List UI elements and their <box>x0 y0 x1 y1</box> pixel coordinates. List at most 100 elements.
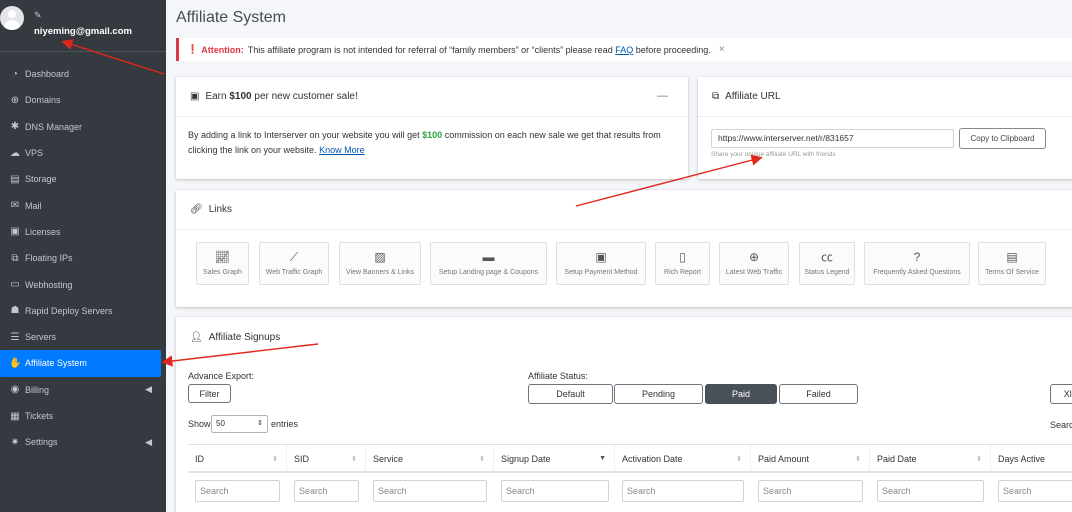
search-activation-date-input[interactable]: Search <box>622 480 744 502</box>
search-signup-date-input[interactable]: Search <box>501 480 609 502</box>
closed-captioning-icon: ㏄ <box>820 250 833 264</box>
globe-icon: ⊕ <box>10 94 20 106</box>
sidebar-item-rapid-deploy-servers[interactable]: ☗ Rapid Deploy Servers <box>0 298 166 324</box>
earn-body-amount: $100 <box>422 130 443 140</box>
search-paid-amount-input[interactable]: Search <box>758 480 863 502</box>
earn-card-header: ▣ Earn $100 per new customer sale! <box>176 77 688 117</box>
tile-latest-web-traffic[interactable]: ⊕ Latest Web Traffic <box>719 242 789 285</box>
attention-alert: ❗ Attention: This affiliate program is n… <box>176 38 1072 61</box>
col-paid-date[interactable]: Paid Date ⬍ <box>870 445 991 472</box>
sidebar-item-mail[interactable]: ✉ Mail <box>0 192 166 218</box>
links-header: 🔗︎ Links <box>176 190 1072 230</box>
sidebar-item-servers[interactable]: ☰ Servers <box>0 324 166 350</box>
sort-icon: ⬍ <box>855 455 861 463</box>
status-default-button[interactable]: Default <box>528 384 613 404</box>
filter-button[interactable]: Filter <box>188 384 231 403</box>
earn-body-pre: By adding a link to Interserver on your … <box>188 130 420 140</box>
affiliate-url-input[interactable]: https://www.interserver.net/r/831657 <box>711 129 954 148</box>
close-icon[interactable]: × <box>719 44 725 55</box>
tile-label: View Banners & Links <box>346 269 414 276</box>
search-sid-input[interactable]: Search <box>294 480 359 502</box>
col-signup-date[interactable]: Signup Date ▼ <box>494 445 615 472</box>
tile-terms-of-service[interactable]: ▤ Terms Of Service <box>978 242 1046 285</box>
sidebar-item-webhosting[interactable]: ▭ Webhosting <box>0 271 166 297</box>
exclamation-icon: ❗ <box>187 44 199 54</box>
sidebar-item-settings[interactable]: ✷ Settings ◀ <box>0 429 166 455</box>
xls-export-button[interactable]: Xls <box>1050 384 1072 404</box>
entries-value: 50 <box>216 419 225 428</box>
sidebar-item-dns-manager[interactable]: ✱ DNS Manager <box>0 114 166 140</box>
user-email[interactable]: niyeming@gmail.com <box>34 26 132 37</box>
sidebar-item-tickets[interactable]: ▦ Tickets <box>0 403 166 429</box>
page-title: Affiliate System <box>176 9 286 26</box>
chevron-updown-icon: ⇕ <box>257 420 263 427</box>
col-activation-date[interactable]: Activation Date ⬍ <box>615 445 751 472</box>
table-header: ID ⬍ SID ⬍ Service ⬍ Signup Date ▼ Activatio… <box>188 444 1072 473</box>
user-panel: ✎ niyeming@gmail.com <box>0 0 166 52</box>
col-service[interactable]: Service ⬍ <box>366 445 494 472</box>
tile-sales-graph[interactable]: 📈︎ Sales Graph <box>196 242 249 285</box>
link-icon: 🔗︎ <box>190 204 203 215</box>
know-more-link[interactable]: Know More <box>319 145 365 155</box>
pencil-icon[interactable]: ✎ <box>34 10 42 21</box>
status-pending-button[interactable]: Pending <box>614 384 703 404</box>
dashboard-icon: ◔ <box>11 68 19 80</box>
ticket-icon: ▬ <box>482 250 495 264</box>
copy-to-clipboard-button[interactable]: Copy to Clipboard <box>959 128 1046 149</box>
status-failed-button[interactable]: Failed <box>779 384 858 404</box>
affiliate-url-card: ⧉ Affiliate URL https://www.interserver.… <box>698 77 1072 179</box>
sidebar-item-label: VPS <box>25 148 44 159</box>
col-label: ID <box>195 453 204 464</box>
sidebar-item-label: Rapid Deploy Servers <box>25 305 113 316</box>
tile-rich-report[interactable]: ▯ Rich Report <box>655 242 710 285</box>
col-sid[interactable]: SID ⬍ <box>287 445 366 472</box>
sidebar-item-vps[interactable]: ☁ VPS <box>0 140 166 166</box>
tile-view-banners-links[interactable]: ▨ View Banners & Links <box>339 242 421 285</box>
sidebar-item-storage[interactable]: ▤ Storage <box>0 166 166 192</box>
tile-label: Setup Landing page & Coupons <box>438 269 539 276</box>
search-paid-date-input[interactable]: Search <box>877 480 984 502</box>
tile-label: Rich Report <box>664 269 701 276</box>
avatar[interactable] <box>0 6 24 30</box>
alert-label: Attention: <box>201 44 244 55</box>
tile-web-traffic-graph[interactable]: ⟋ Web Traffic Graph <box>259 242 329 285</box>
col-id[interactable]: ID ⬍ <box>188 445 287 472</box>
network-icon: ⧉ <box>11 252 19 264</box>
envelope-icon: ✉ <box>10 200 20 212</box>
faq-link[interactable]: FAQ <box>615 45 633 55</box>
affiliate-status-label: Affiliate Status: <box>528 371 588 381</box>
sidebar-item-label: Billing <box>25 384 50 395</box>
rocket-icon: ☗ <box>10 305 20 317</box>
col-label: Paid Amount <box>758 453 810 464</box>
tile-label: Setup Payment Method <box>564 269 638 276</box>
col-paid-amount[interactable]: Paid Amount ⬍ <box>751 445 870 472</box>
search-service-input[interactable]: Search <box>373 480 487 502</box>
globe-icon: ⊕ <box>748 250 760 264</box>
sidebar-item-domains[interactable]: ⊕ Domains <box>0 87 166 113</box>
sidebar-item-affiliate-system[interactable]: ✋ Affiliate System <box>0 350 161 377</box>
tile-setup-landing-page[interactable]: ▬ Setup Landing page & Coupons <box>430 242 547 285</box>
sidebar-item-billing[interactable]: ◉ Billing ◀ <box>0 377 166 403</box>
col-days-active[interactable]: Days Active <box>991 445 1072 472</box>
tile-label: Web Traffic Graph <box>265 269 323 276</box>
sort-icon: ⬍ <box>272 455 278 463</box>
user-plus-icon: 👤︎ <box>190 331 203 343</box>
sidebar-item-floating-ips[interactable]: ⧉ Floating IPs <box>0 245 166 271</box>
tile-status-legend[interactable]: ㏄ Status Legend <box>799 242 855 285</box>
search-id-input[interactable]: Search <box>195 480 280 502</box>
collapse-icon[interactable]: — <box>657 90 668 102</box>
status-paid-button[interactable]: Paid <box>705 384 777 404</box>
col-label: Signup Date <box>501 453 551 464</box>
sidebar-item-label: Domains <box>25 95 61 106</box>
sidebar-item-label: Affiliate System <box>25 358 87 369</box>
tile-label: Sales Graph <box>203 269 242 276</box>
sidebar-item-label: Settings <box>25 437 58 448</box>
search-days-active-input[interactable]: Search <box>998 480 1072 502</box>
sidebar-item-label: Licenses <box>25 226 61 237</box>
sidebar-item-licenses[interactable]: ▣ Licenses <box>0 219 166 245</box>
tile-setup-payment-method[interactable]: ▣ Setup Payment Method <box>556 242 646 285</box>
tile-faq[interactable]: ? Frequently Asked Questions <box>864 242 970 285</box>
sidebar-item-dashboard[interactable]: ◔ Dashboard <box>0 61 166 87</box>
entries-select[interactable]: 50 ⇕ <box>211 415 268 433</box>
image-icon: ▨ <box>374 250 386 264</box>
